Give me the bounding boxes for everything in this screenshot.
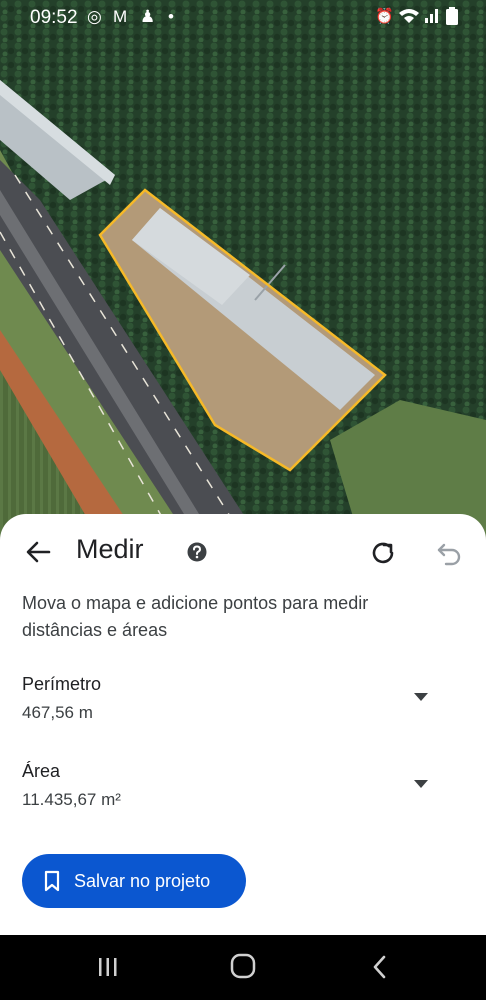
home-icon[interactable] bbox=[230, 953, 256, 979]
wifi-icon bbox=[398, 7, 420, 29]
gmail-icon: M bbox=[113, 7, 128, 26]
battery-icon bbox=[446, 7, 458, 29]
instruction-text: Mova o mapa e adicione pontos para medir… bbox=[22, 593, 369, 640]
recent-apps-icon[interactable] bbox=[96, 955, 120, 979]
chevron-down-icon[interactable] bbox=[410, 690, 432, 704]
page-title: Medir bbox=[76, 534, 144, 564]
measure-sheet: Medir Mova o mapa e adicione pontos para… bbox=[0, 514, 486, 935]
help-icon bbox=[187, 542, 207, 562]
dot-icon: • bbox=[168, 7, 174, 26]
perimeter-value: 467,56 m bbox=[22, 703, 93, 722]
back-button[interactable] bbox=[22, 536, 54, 568]
undo-button[interactable] bbox=[434, 538, 464, 568]
perimeter-label: Perímetro bbox=[22, 674, 102, 694]
reset-button[interactable] bbox=[368, 538, 398, 568]
back-nav-icon[interactable] bbox=[370, 953, 390, 981]
chevron-down-icon[interactable] bbox=[410, 777, 432, 791]
system-nav-bar bbox=[0, 935, 486, 1000]
area-value: 11.435,67 m² bbox=[22, 790, 121, 809]
app-icon: ♟ bbox=[140, 7, 156, 26]
undo-icon bbox=[437, 543, 461, 566]
status-bar: 09:52 ◎ M ♟ • ⏰ bbox=[0, 0, 486, 36]
refresh-icon bbox=[372, 542, 394, 564]
save-to-project-button[interactable]: Salvar no projeto bbox=[22, 854, 246, 908]
whatsapp-icon: ◎ bbox=[87, 7, 102, 26]
status-time: 09:52 bbox=[30, 7, 78, 28]
save-button-label: Salvar no projeto bbox=[74, 870, 211, 891]
help-button[interactable] bbox=[187, 542, 207, 562]
area-label: Área bbox=[22, 761, 61, 781]
satellite-map[interactable] bbox=[0, 0, 486, 540]
alarm-icon: ⏰ bbox=[375, 8, 394, 25]
signal-icon bbox=[424, 7, 440, 27]
arrow-left-icon bbox=[26, 541, 51, 563]
bookmark-icon bbox=[44, 870, 60, 892]
